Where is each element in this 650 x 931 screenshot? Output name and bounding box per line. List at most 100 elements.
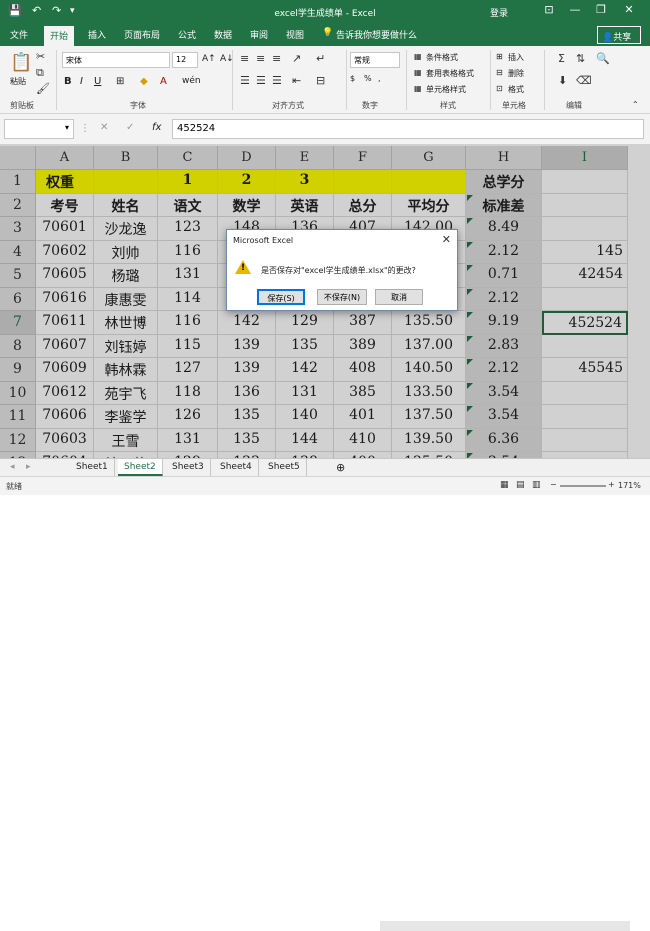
- orientation-icon[interactable]: ↗: [292, 52, 301, 65]
- ribbon-display-icon[interactable]: ⊡: [540, 3, 558, 16]
- border-icon[interactable]: ⊞: [116, 76, 124, 87]
- zoom-out-icon[interactable]: −: [550, 480, 557, 489]
- tab-review[interactable]: 审阅: [250, 28, 268, 41]
- number-group-label: 数字: [362, 101, 378, 110]
- tab-view[interactable]: 视图: [286, 28, 304, 41]
- format-cell-button[interactable]: 格式: [508, 84, 524, 95]
- tab-file[interactable]: 文件: [10, 28, 28, 41]
- insert-function-icon[interactable]: fx: [152, 122, 161, 133]
- cell-style-icon[interactable]: ▦: [414, 84, 422, 93]
- fill-color-icon[interactable]: ◆: [140, 76, 148, 87]
- alignment-group-label: 对齐方式: [272, 101, 304, 110]
- prev-sheet-icon[interactable]: ◂: [4, 459, 21, 476]
- autosum-icon[interactable]: Σ: [558, 52, 565, 65]
- divider: [346, 50, 347, 110]
- align-bottom-icon[interactable]: ≡: [272, 52, 281, 65]
- find-icon[interactable]: 🔍: [596, 52, 610, 65]
- number-format-select[interactable]: 常规: [350, 52, 400, 68]
- close-button[interactable]: ✕: [620, 3, 638, 16]
- clear-icon[interactable]: ⌫: [576, 74, 592, 87]
- delete-cell-icon[interactable]: ⊟: [496, 68, 503, 77]
- insert-cell-button[interactable]: 插入: [508, 52, 524, 63]
- phonetic-icon[interactable]: wén: [182, 76, 201, 86]
- align-top-icon[interactable]: ≡: [240, 52, 249, 65]
- divider: [56, 50, 57, 110]
- conditional-format-button[interactable]: 条件格式: [426, 52, 458, 63]
- enter-formula-icon[interactable]: ✓: [126, 122, 134, 133]
- align-middle-icon[interactable]: ≡: [256, 52, 265, 65]
- tab-page-layout[interactable]: 页面布局: [124, 28, 160, 41]
- cell-style-button[interactable]: 单元格样式: [426, 84, 466, 95]
- font-name-select[interactable]: 宋体: [62, 52, 170, 68]
- copy-icon[interactable]: ⧉: [36, 66, 44, 80]
- paste-icon[interactable]: 📋: [10, 52, 32, 73]
- ribbon-tabs: 文件 开始 插入 页面布局 公式 数据 审阅 视图 💡 告诉我你想要做什么 👤共…: [0, 24, 650, 46]
- login-link[interactable]: 登录: [490, 6, 508, 19]
- tab-data[interactable]: 数据: [214, 28, 232, 41]
- ribbon: 📋 粘贴 ✂ ⧉ 🖌 剪贴板 宋体 12 A↑ A↓ B I U ⊞ ◆ A w…: [0, 46, 650, 114]
- italic-icon[interactable]: I: [80, 76, 83, 87]
- dialog-close-icon[interactable]: ✕: [442, 233, 451, 246]
- cancel-formula-icon[interactable]: ✕: [100, 122, 108, 133]
- font-size-select[interactable]: 12: [172, 52, 198, 68]
- restore-button[interactable]: ❐: [592, 3, 610, 16]
- next-sheet-icon[interactable]: ▸: [20, 459, 37, 476]
- currency-icon[interactable]: $: [350, 74, 355, 83]
- sheet-tab-active[interactable]: Sheet2: [118, 459, 163, 476]
- table-format-button[interactable]: 套用表格格式: [426, 68, 474, 79]
- table-format-icon[interactable]: ▦: [414, 68, 422, 77]
- paste-label[interactable]: 粘贴: [10, 76, 26, 87]
- underline-icon[interactable]: U: [94, 76, 101, 87]
- normal-view-icon[interactable]: ▦: [500, 480, 509, 490]
- tab-formulas[interactable]: 公式: [178, 28, 196, 41]
- share-button[interactable]: 👤共享: [597, 26, 641, 44]
- minimize-button[interactable]: —: [566, 3, 584, 16]
- format-cell-icon[interactable]: ⊡: [496, 84, 503, 93]
- formula-input[interactable]: 452524: [172, 119, 644, 139]
- insert-cell-icon[interactable]: ⊞: [496, 52, 503, 61]
- divider: [490, 50, 491, 110]
- sheet-tab[interactable]: Sheet1: [70, 459, 115, 476]
- tab-home[interactable]: 开始: [44, 26, 75, 46]
- percent-icon[interactable]: %: [364, 74, 372, 83]
- page-break-view-icon[interactable]: ▥: [532, 480, 541, 490]
- merge-icon[interactable]: ⊟: [316, 74, 325, 87]
- fill-icon[interactable]: ⬇: [558, 74, 567, 87]
- cancel-button[interactable]: 取消: [375, 289, 423, 305]
- share-label: 共享: [613, 33, 632, 43]
- name-box-dropdown-icon[interactable]: ▾: [65, 123, 69, 132]
- font-color-icon[interactable]: A: [160, 76, 167, 87]
- sheet-tab[interactable]: Sheet3: [166, 459, 211, 476]
- name-box[interactable]: ▾: [4, 119, 74, 139]
- zoom-in-icon[interactable]: +: [608, 480, 615, 489]
- formula-menu-icon[interactable]: ⋮: [80, 123, 90, 134]
- horizontal-scrollbar[interactable]: [380, 921, 630, 931]
- tab-insert[interactable]: 插入: [88, 28, 106, 41]
- add-sheet-icon[interactable]: ⊕: [330, 458, 351, 475]
- sheet-tab[interactable]: Sheet5: [262, 459, 307, 476]
- divider: [406, 50, 407, 110]
- cut-icon[interactable]: ✂: [36, 50, 45, 63]
- page-layout-view-icon[interactable]: ▤: [516, 480, 525, 490]
- bold-icon[interactable]: B: [64, 76, 72, 87]
- conditional-format-icon[interactable]: ▦: [414, 52, 422, 61]
- format-painter-icon[interactable]: 🖌: [36, 82, 50, 95]
- comma-icon[interactable]: ,: [378, 74, 381, 83]
- grow-font-icon[interactable]: A↑: [202, 54, 216, 64]
- tell-me-search[interactable]: 告诉我你想要做什么: [336, 28, 417, 41]
- save-button[interactable]: 保存(S): [257, 289, 305, 305]
- clipboard-group-label: 剪贴板: [10, 101, 34, 110]
- collapse-ribbon-icon[interactable]: ⌃: [632, 100, 639, 109]
- align-right-icon[interactable]: ☰: [272, 74, 282, 87]
- wrap-text-icon[interactable]: ↵: [316, 52, 325, 65]
- sort-filter-icon[interactable]: ⇅: [576, 52, 585, 65]
- indent-icon[interactable]: ⇤: [292, 74, 301, 87]
- sheet-tab[interactable]: Sheet4: [214, 459, 259, 476]
- zoom-slider[interactable]: [560, 485, 606, 487]
- editing-group-label: 编辑: [566, 101, 582, 110]
- dont-save-button[interactable]: 不保存(N): [317, 289, 367, 305]
- align-left-icon[interactable]: ☰: [240, 74, 250, 87]
- align-center-icon[interactable]: ☰: [256, 74, 266, 87]
- zoom-level[interactable]: 171%: [618, 481, 641, 490]
- delete-cell-button[interactable]: 删除: [508, 68, 524, 79]
